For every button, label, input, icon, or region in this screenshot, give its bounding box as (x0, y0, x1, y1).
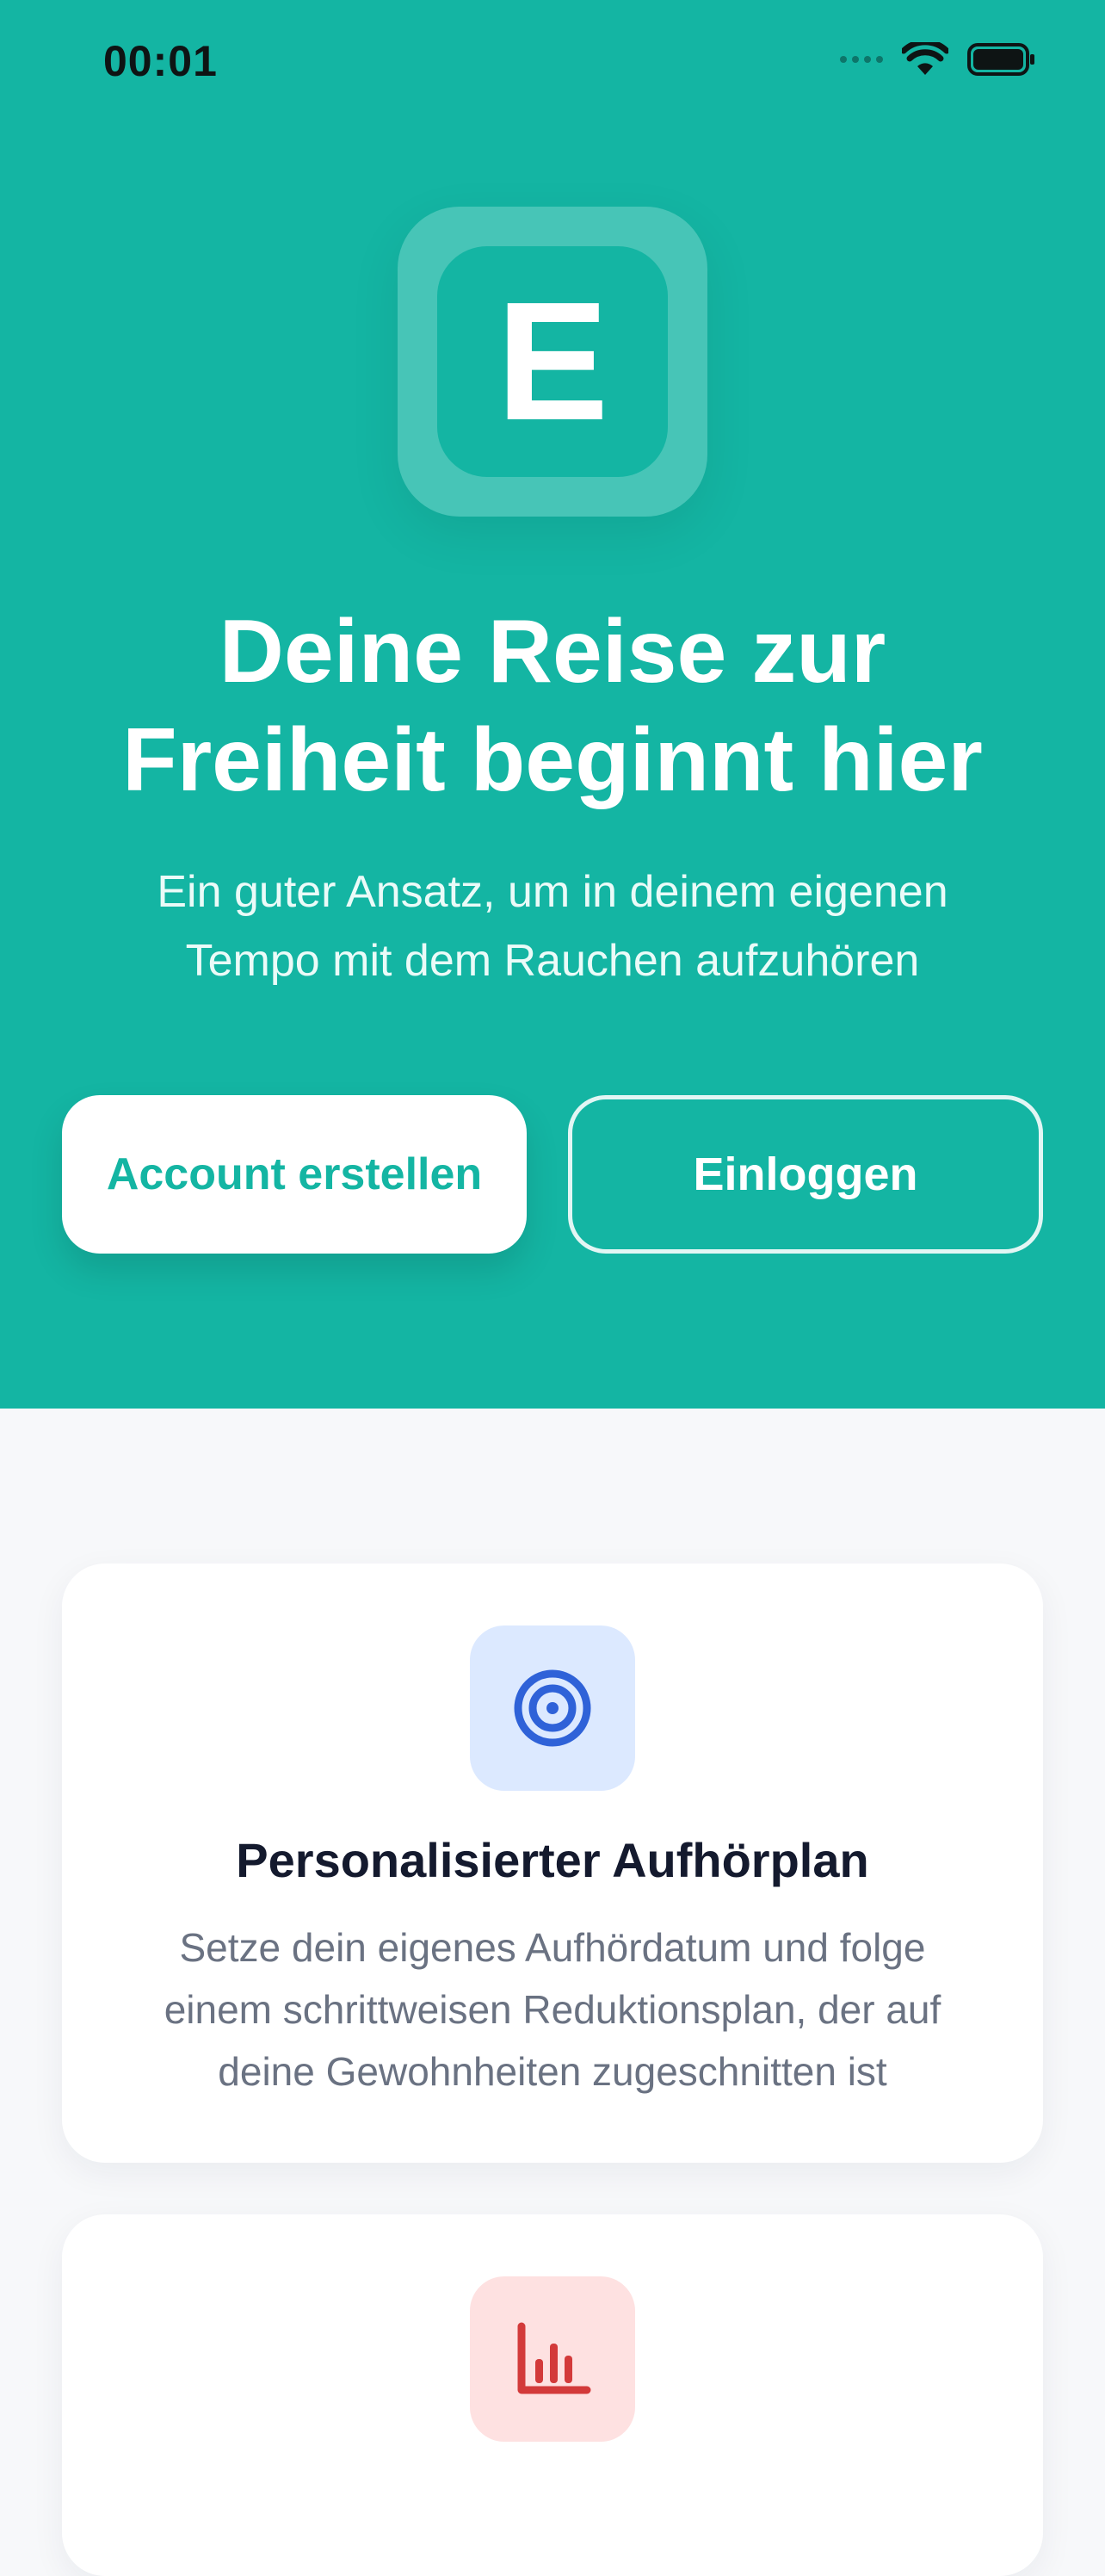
feature-card-progress (62, 2214, 1043, 2576)
battery-icon (967, 43, 1034, 76)
feature-card-personalized-plan: Personalisierter Aufhörplan Setze dein e… (62, 1564, 1043, 2163)
target-icon (514, 1669, 591, 1747)
hero-title-line: Freiheit beginnt hier (122, 710, 983, 810)
feature-description-line: Setze dein eigenes Aufhördatum und folge (179, 1925, 926, 1970)
hero-section: 00:01 E Deine Reise zur Freiheit beginnt… (0, 0, 1105, 1409)
app-logo-inner: E (437, 246, 668, 477)
signal-icon (840, 56, 883, 63)
app-logo: E (398, 207, 707, 517)
feature-description-line: deine Gewohnheiten zugeschnitten ist (218, 2049, 887, 2094)
feature-icon-box (470, 2276, 635, 2442)
status-time: 00:01 (103, 37, 218, 85)
create-account-button[interactable]: Account erstellen (62, 1095, 527, 1254)
feature-icon-box (470, 1625, 635, 1791)
hero-title-line: Deine Reise zur (219, 602, 886, 702)
wifi-icon (902, 42, 948, 75)
login-button[interactable]: Einloggen (568, 1095, 1043, 1254)
hero-title: Deine Reise zur Freiheit beginnt hier (52, 598, 1053, 814)
hero-subtitle-line: Tempo mit dem Rauchen aufzuhören (185, 936, 920, 986)
app-logo-letter: E (496, 267, 609, 455)
feature-description: Setze dein eigenes Aufhördatum und folge… (114, 1917, 991, 2102)
feature-description-line: einem schrittweisen Reduktionsplan, der … (164, 1987, 941, 2032)
hero-subtitle-line: Ein guter Ansatz, um in deinem eigenen (157, 867, 948, 917)
feature-title: Personalisierter Aufhörplan (236, 1833, 869, 1887)
hero-subtitle: Ein guter Ansatz, um in deinem eigenen T… (86, 858, 1019, 995)
status-icons (840, 41, 1036, 77)
bar-chart-icon (517, 2322, 591, 2394)
